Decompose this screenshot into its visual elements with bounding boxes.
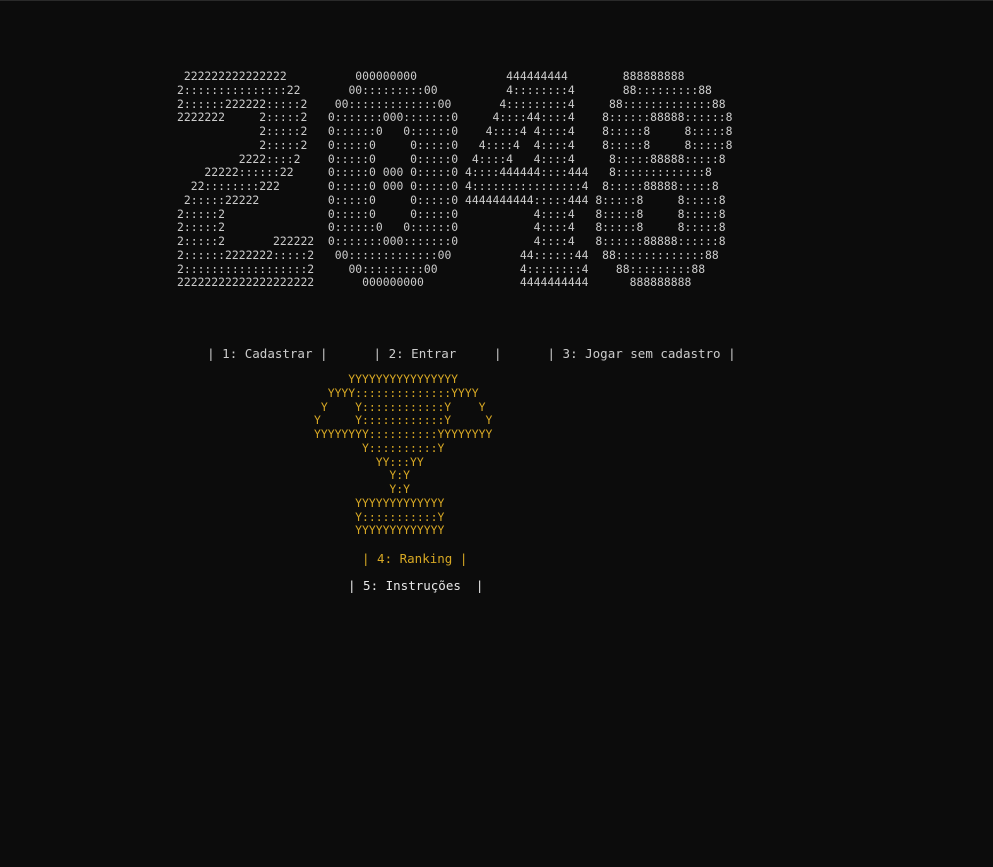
trophy-line: Y:Y xyxy=(389,468,411,483)
menu-option-jogar-sem-cadastro[interactable]: 3: Jogar sem cadastro xyxy=(555,346,728,361)
menu-option-cadastrar[interactable]: 1: Cadastrar xyxy=(215,346,320,361)
banner-2048-ascii-art: 222222222222222 000000000 444444444 8888… xyxy=(177,69,733,290)
menu-separator: | xyxy=(207,346,215,361)
menu-option-entrar[interactable]: 2: Entrar xyxy=(381,346,494,361)
menu-separator: | xyxy=(728,346,736,361)
trophy-line: YYYY::::::::::::::YYYY xyxy=(327,385,479,400)
trophy-line: Y Y::::::::::::Y Y xyxy=(314,413,493,428)
banner-line: 2:::::2 0::::::0 0::::::0 4::::4 8:::::8… xyxy=(177,220,726,235)
banner-line: 2::::::2222222:::::2 00:::::::::::::00 4… xyxy=(177,247,719,262)
terminal-window: 222222222222222 000000000 444444444 8888… xyxy=(0,0,993,867)
trophy-line: YYYYYYYYYYYYY xyxy=(314,523,445,538)
banner-line: 222222222222222 000000000 444444444 8888… xyxy=(183,69,685,83)
banner-line: 2:::::2 0:::::0 0:::::0 4::::4 8:::::8 8… xyxy=(177,206,726,221)
main-menu: | 1: Cadastrar | | 2: Entrar | | 3: Jogar … xyxy=(177,331,736,376)
trophy-line: Y:::::::::::Y xyxy=(355,509,445,524)
banner-line: 22222222222222222222 000000000 444444444… xyxy=(177,275,692,290)
banner-line: 2:::::2 0::::::0 0::::::0 4::::4 4::::4 … xyxy=(259,124,733,138)
banner-line: 2::::::::::::::::::2 00:::::::::00 4::::… xyxy=(177,261,706,276)
menu-separator: | xyxy=(320,346,328,361)
banner-line: 2::::::222222:::::2 00:::::::::::::00 4:… xyxy=(177,96,726,111)
banner-line: 2222::::2 0:::::0 0:::::0 4::::4 4::::4 … xyxy=(238,151,726,166)
trophy-line: Y:Y xyxy=(389,482,411,496)
menu-separator: | xyxy=(547,346,556,361)
banner-line: 22222::::::22 0:::::0 000 0:::::0 4::::4… xyxy=(204,165,712,180)
banner-line: 2:::::2 0:::::0 0:::::0 4::::4 4::::4 8:… xyxy=(259,137,733,152)
menu-separator: | xyxy=(493,346,502,361)
trophy-line: Y Y::::::::::::Y Y xyxy=(320,399,486,414)
trophy-line: Y::::::::::Y xyxy=(362,440,445,455)
banner-line: 2:::::::::::::::22 00:::::::::00 4::::::… xyxy=(177,82,712,97)
banner-line: 2222222 2:::::2 0:::::::000:::::::0 4:::… xyxy=(177,110,733,125)
trophy-line: YYYYYYYYYYYYY xyxy=(355,495,445,510)
trophy-line: YY:::YY xyxy=(375,454,424,469)
menu-option-ranking[interactable]: | 4: Ranking | xyxy=(362,551,467,566)
trophy-line: YYYYYYYY::::::::::YYYYYYYY xyxy=(314,427,493,441)
banner-line: 2:::::2 222222 0:::::::000:::::::0 4::::… xyxy=(177,234,726,248)
trophy-line: YYYYYYYYYYYYYYYY xyxy=(348,372,459,386)
banner-line: 2:::::22222 0:::::0 0:::::0 4444444444::… xyxy=(183,192,726,207)
menu-separator: | xyxy=(373,346,382,361)
banner-line: 22::::::::222 0:::::0 000 0:::::0 4:::::… xyxy=(190,179,719,193)
trophy-ascii-art: YYYYYYYYYYYYYYYY YYYY::::::::::::::YYYY … xyxy=(314,372,493,538)
menu-option-instrucoes[interactable]: | 5: Instruções | xyxy=(348,578,483,593)
